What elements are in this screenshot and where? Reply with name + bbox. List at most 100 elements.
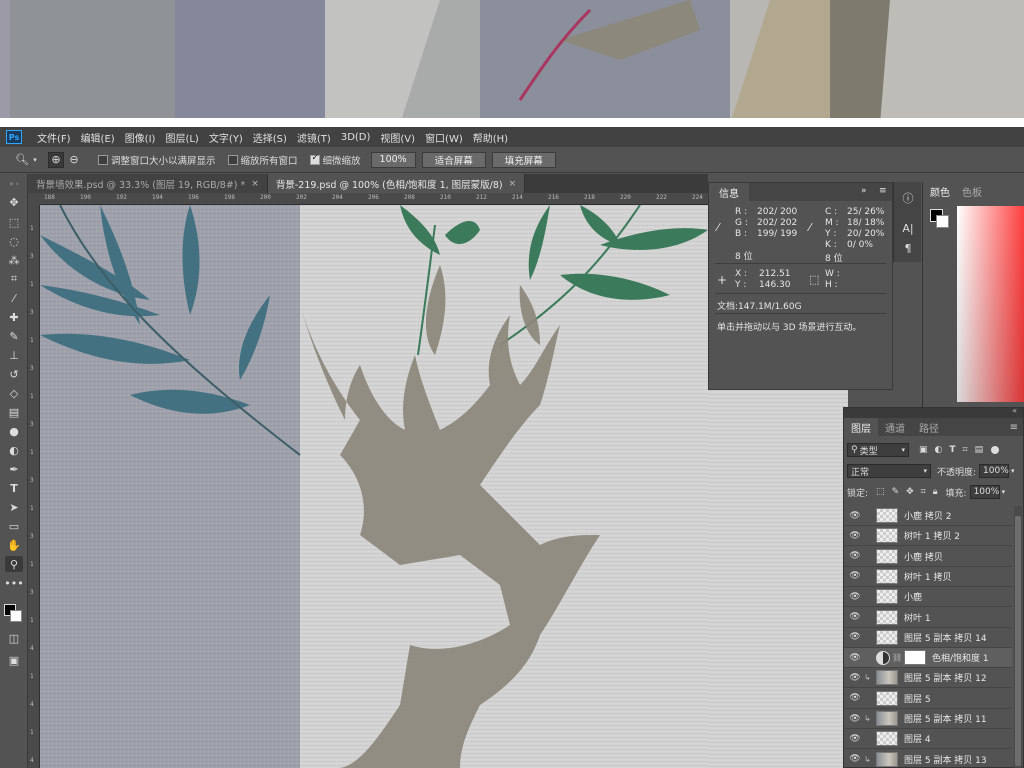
brush-icon[interactable]: ✎ [5, 328, 23, 344]
lock-pixels-icon[interactable]: ✎ [892, 487, 900, 497]
layer-row[interactable]: 👁︎ ↳ 图层 5 副本 拷贝 13 [844, 750, 1012, 768]
lasso-icon[interactable]: ◌ [5, 233, 23, 249]
eye-icon[interactable]: 👁︎ [848, 551, 862, 561]
tab-paths[interactable]: 路径 [912, 418, 946, 436]
tab-channels[interactable]: 通道 [878, 418, 912, 436]
panel-menu-icon[interactable]: ≡ [1010, 418, 1023, 436]
layer-row[interactable]: 👁︎ 小鹿 拷贝 2 [844, 506, 1012, 526]
lock-artboard-icon[interactable]: ⌗ [921, 487, 926, 497]
tab-swatches[interactable]: 色板 [955, 182, 989, 200]
info-icon[interactable]: ⓘ [899, 190, 917, 206]
eye-icon[interactable]: 👁︎ [848, 531, 862, 541]
layer-filter-select[interactable]: ⚲ 类型 ▾ [847, 443, 909, 457]
blur-icon[interactable]: ● [5, 423, 23, 439]
layer-row[interactable]: 👁︎ ↳ 图层 5 副本 拷贝 12 [844, 668, 1012, 689]
document-canvas[interactable] [40, 205, 708, 768]
document-tab[interactable]: 背景墙效果.psd @ 33.3% (图层 19, RGB/8#) * × [28, 174, 268, 193]
filter-type-icon[interactable]: T [949, 445, 955, 455]
blend-mode-select[interactable]: 正常 ▾ [847, 464, 931, 478]
crop-icon[interactable]: ⌗ [5, 271, 23, 287]
menu-3d[interactable]: 3D(D) [336, 132, 376, 143]
layer-row[interactable]: 👁︎ ↳ 图层 5 副本 拷贝 11 [844, 709, 1012, 729]
filter-shape-icon[interactable]: ⌗ [963, 445, 968, 455]
hand-icon[interactable]: ✋ [5, 537, 23, 553]
toolbox-collapse-icon[interactable]: » ‹ [5, 176, 23, 192]
menu-type[interactable]: 文字(Y) [204, 130, 248, 145]
panel-menu-icon[interactable]: ≡ [879, 186, 887, 196]
layer-mask-thumbnail[interactable] [904, 650, 926, 666]
menu-filter[interactable]: 滤镜(T) [292, 130, 336, 145]
chevron-down-icon[interactable]: ▾ [1011, 467, 1015, 475]
gradient-icon[interactable]: ▤ [5, 404, 23, 420]
marquee-icon[interactable]: ⬚ [5, 214, 23, 230]
quick-select-icon[interactable]: ⁂ [5, 252, 23, 268]
menu-layer[interactable]: 图层(L) [160, 130, 203, 145]
fit-screen-button[interactable]: 适合屏幕 [421, 151, 486, 168]
character-icon[interactable]: A| [899, 220, 917, 236]
fill-screen-button[interactable]: 填充屏幕 [491, 151, 556, 168]
zoom-out-icon[interactable]: ⊖ [66, 152, 82, 168]
filter-smart-object-icon[interactable]: ▤ [975, 445, 984, 455]
scrubby-zoom-checkbox[interactable] [309, 153, 320, 165]
eye-icon[interactable]: 👁︎ [848, 673, 862, 683]
vertical-ruler[interactable]: 1 3 1 3 1 3 1 3 1 3 1 3 1 3 1 4 1 4 1 4 [28, 205, 40, 768]
background-color-swatch[interactable] [10, 610, 22, 622]
history-brush-icon[interactable]: ↺ [5, 366, 23, 382]
menu-select[interactable]: 选择(S) [248, 130, 292, 145]
lock-position-icon[interactable]: ✥ [906, 487, 914, 497]
expand-icon[interactable]: » [861, 186, 867, 196]
menu-image[interactable]: 图像(I) [120, 130, 161, 145]
horizontal-ruler[interactable]: 188 190 192 194 196 198 200 202 204 206 208 210 212 2… [40, 193, 708, 205]
layer-row[interactable]: 👁︎ 树叶 1 拷贝 [844, 567, 1012, 587]
layers-scrollbar[interactable] [1014, 506, 1022, 768]
eye-icon[interactable]: 👁︎ [848, 693, 862, 703]
close-icon[interactable]: × [251, 179, 259, 189]
layer-row[interactable]: 👁︎ ⛓ 色相/饱和度 1 [844, 648, 1012, 669]
collapse-icon[interactable]: « [1012, 406, 1017, 415]
eye-icon[interactable]: 👁︎ [848, 571, 862, 581]
eyedropper-icon[interactable]: ⁄ [5, 290, 23, 306]
rectangle-icon[interactable]: ▭ [5, 518, 23, 534]
zoom-in-icon[interactable]: ⊕ [48, 151, 64, 168]
layers-scrollbar-thumb[interactable] [1015, 516, 1021, 766]
layer-row[interactable]: 👁︎ 小鹿 拷贝 [844, 547, 1012, 567]
fill-input[interactable]: 100% [969, 485, 1000, 499]
chevron-down-icon[interactable]: ▾ [1002, 488, 1006, 496]
filter-adjustment-icon[interactable]: ◐ [935, 445, 943, 455]
layer-row[interactable]: 👁︎ 小鹿 [844, 587, 1012, 608]
healing-icon[interactable]: ✚ [5, 309, 23, 325]
menu-view[interactable]: 视图(V) [375, 130, 420, 145]
eye-icon[interactable]: 👁︎ [848, 653, 862, 663]
dodge-icon[interactable]: ◐ [5, 442, 23, 458]
lock-transparency-icon[interactable]: ⬚ [876, 487, 885, 497]
opacity-input[interactable]: 100% [979, 464, 1010, 478]
tab-info[interactable]: 信息 [709, 183, 749, 201]
menu-file[interactable]: 文件(F) [32, 130, 76, 145]
lock-all-icon[interactable]: 🔒︎ [933, 487, 938, 497]
move-icon[interactable]: ✥ [5, 194, 23, 210]
menu-help[interactable]: 帮助(H) [468, 130, 513, 145]
eye-icon[interactable]: 👁︎ [848, 734, 862, 744]
paragraph-icon[interactable]: ¶ [899, 240, 917, 256]
path-select-icon[interactable]: ➤ [5, 499, 23, 515]
screen-mode-icon[interactable]: ▣ [5, 652, 23, 668]
menu-edit[interactable]: 编辑(E) [76, 130, 120, 145]
eye-icon[interactable]: 👁︎ [848, 632, 862, 642]
eye-icon[interactable]: 👁︎ [848, 511, 862, 521]
background-color-swatch[interactable] [936, 215, 949, 228]
pen-icon[interactable]: ✒ [5, 461, 23, 477]
eye-icon[interactable]: 👁︎ [848, 714, 862, 724]
zoom-100-button[interactable]: 100% [370, 151, 416, 168]
layer-row[interactable]: 👁︎ 树叶 1 拷贝 2 [844, 526, 1012, 547]
layer-row[interactable]: 👁︎ 图层 5 副本 拷贝 14 [844, 628, 1012, 648]
zoom-icon[interactable]: ⚲ [5, 556, 23, 572]
filter-pixel-icon[interactable]: ▣ [919, 445, 928, 455]
tab-color[interactable]: 颜色 [923, 182, 957, 200]
filter-toggle-icon[interactable] [991, 446, 1000, 454]
eye-icon[interactable]: 👁︎ [848, 754, 862, 764]
more-icon[interactable]: ••• [4, 575, 23, 591]
layer-row[interactable]: 👁︎ 图层 4 [844, 729, 1012, 750]
tab-layers[interactable]: 图层 [844, 418, 878, 436]
zoom-tool-preset-icon[interactable]: 🔍︎ [14, 152, 30, 168]
eye-icon[interactable]: 👁︎ [848, 612, 862, 622]
